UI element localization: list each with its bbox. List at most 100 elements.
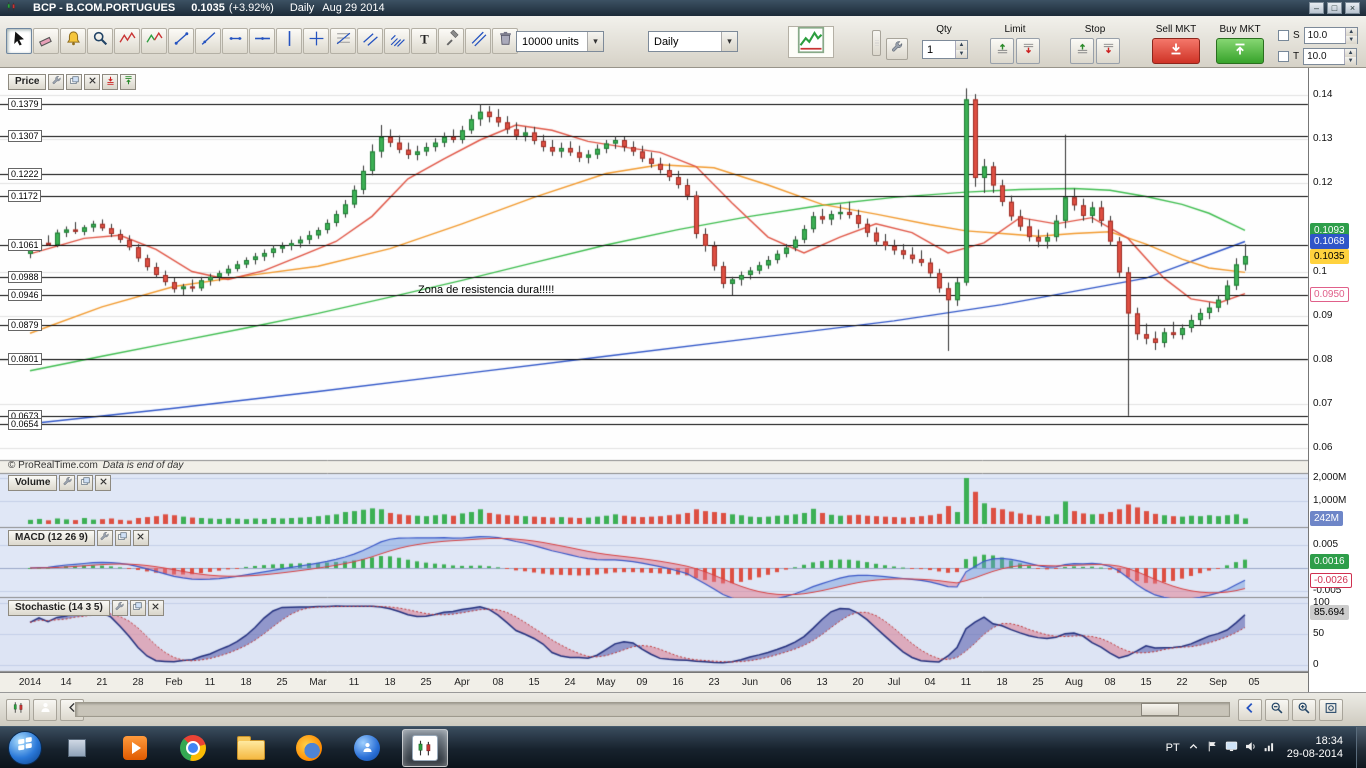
quantity-preset-select[interactable]: 10000 units ▾	[516, 31, 604, 52]
alert-tool-button[interactable]	[60, 28, 86, 54]
t-spinner[interactable]: ▲▼	[1344, 49, 1356, 64]
magnifier-icon	[92, 30, 109, 52]
parallel-lines-tool-button[interactable]	[465, 28, 491, 54]
window-button[interactable]	[66, 74, 82, 90]
pointer-tool-button[interactable]	[6, 28, 32, 54]
order-settings-button[interactable]	[886, 38, 908, 60]
sell-stop-button[interactable]	[1096, 38, 1120, 64]
close-button[interactable]	[133, 530, 149, 546]
zoom-in-button[interactable]	[1292, 699, 1316, 721]
wrench-button[interactable]	[48, 74, 64, 90]
eraser-tool-button[interactable]	[33, 28, 59, 54]
t-checkbox[interactable]	[1278, 51, 1289, 62]
date-label: Aug	[1059, 677, 1089, 688]
hidden-icons-button[interactable]	[1187, 740, 1200, 756]
maximize-button[interactable]: □	[1327, 2, 1342, 14]
chrome-icon	[180, 735, 206, 761]
date-label: Jul	[879, 677, 909, 688]
start-button[interactable]	[8, 731, 42, 765]
close-button[interactable]	[148, 600, 164, 616]
horizontal-segment-tool-button[interactable]	[222, 28, 248, 54]
hline-icon	[254, 30, 271, 52]
s-checkbox[interactable]	[1278, 30, 1289, 41]
channel-tool-button[interactable]	[357, 28, 383, 54]
zigzag-tool-button[interactable]	[114, 28, 140, 54]
clock[interactable]: 18:34 29-08-2014	[1287, 735, 1343, 761]
close-button[interactable]	[84, 74, 100, 90]
taskbar-app-chrome[interactable]	[170, 729, 216, 767]
taskbar-app-generic[interactable]	[54, 729, 100, 767]
taskbar-app-messenger[interactable]	[344, 729, 390, 767]
zoom-out-button[interactable]	[1265, 699, 1289, 721]
arrow-left-blue-icon	[1243, 701, 1257, 720]
sell-market-button[interactable]	[1152, 38, 1200, 64]
vline-icon	[281, 30, 298, 52]
text-tool-button[interactable]: T	[411, 28, 437, 54]
ray-tool-button[interactable]	[195, 28, 221, 54]
date-label: 24	[555, 677, 585, 688]
taskbar-app-firefox[interactable]	[286, 729, 332, 767]
date-label: 25	[267, 677, 297, 688]
input-flag[interactable]	[1206, 740, 1219, 756]
segment-tool-button[interactable]	[168, 28, 194, 54]
price-axis[interactable]: 0.140.130.120.10.090.080.070.060.10930.1…	[1308, 68, 1366, 692]
date-label: Jun	[735, 677, 765, 688]
collapse-handle[interactable]	[872, 30, 881, 56]
horizontal-line-tool-button[interactable]	[249, 28, 275, 54]
jump-to-last-button[interactable]	[1238, 699, 1262, 721]
volume-control[interactable]	[1244, 740, 1257, 756]
chart-canvas[interactable]	[0, 68, 1310, 672]
taskbar-app-explorer[interactable]	[228, 729, 274, 767]
buy-stop-button[interactable]	[1070, 38, 1094, 64]
pattern-recognition-button[interactable]	[788, 26, 834, 58]
wrench-button[interactable]	[112, 600, 128, 616]
date-label: Mar	[303, 677, 333, 688]
taskbar-app-media[interactable]	[112, 729, 158, 767]
taskbar-app-prorealtime[interactable]	[402, 729, 448, 767]
buy-market-button[interactable]	[1216, 38, 1264, 64]
ray-icon	[200, 30, 217, 52]
insert-buy-button[interactable]	[120, 74, 136, 90]
window-button[interactable]	[77, 475, 93, 491]
insert-sell-button[interactable]	[102, 74, 118, 90]
fibonacci-tool-button[interactable]	[330, 28, 356, 54]
media-player-icon	[123, 736, 147, 760]
window-button[interactable]	[115, 530, 131, 546]
scrollbar-thumb[interactable]	[1141, 703, 1179, 716]
minimize-button[interactable]: –	[1309, 2, 1324, 14]
titlebar: BCP - B.COM.PORTUGUES 0.1035 (+3.92%) Da…	[0, 0, 1366, 16]
qty-input[interactable]: 1 ▲▼	[922, 40, 968, 59]
cross-line-tool-button[interactable]	[303, 28, 329, 54]
delete-drawings-tool-button[interactable]	[492, 28, 518, 54]
close-button[interactable]: ×	[1345, 2, 1360, 14]
qty-spinner[interactable]: ▲▼	[955, 41, 967, 58]
window-button[interactable]	[130, 600, 146, 616]
zoom-tool-button[interactable]	[87, 28, 113, 54]
wrench-icon	[51, 73, 62, 91]
timeframe-select[interactable]: Daily ▾	[648, 31, 738, 52]
price-axis-tick: 0.09	[1313, 310, 1332, 322]
pitchfork-tool-button[interactable]	[384, 28, 410, 54]
drawing-tools-button[interactable]	[438, 28, 464, 54]
volume-axis-tick: 2,000M	[1313, 472, 1346, 484]
time-axis[interactable]: 2014142128Feb111825Mar111825Apr081524May…	[0, 672, 1308, 692]
chart-scrollbar[interactable]	[75, 702, 1230, 717]
chart-style-button[interactable]	[6, 699, 30, 721]
s-input[interactable]: 10.0 ▲▼	[1304, 27, 1358, 44]
sell-limit-button[interactable]	[1016, 38, 1040, 64]
buy-limit-button[interactable]	[990, 38, 1014, 64]
show-desktop-button[interactable]	[1356, 727, 1366, 768]
close-button[interactable]	[95, 475, 111, 491]
t-input[interactable]: 10.0 ▲▼	[1303, 48, 1357, 65]
s-spinner[interactable]: ▲▼	[1345, 28, 1357, 43]
vertical-line-tool-button[interactable]	[276, 28, 302, 54]
profiles-button[interactable]	[33, 699, 57, 721]
network-status[interactable]	[1263, 740, 1276, 756]
wrench-button[interactable]	[59, 475, 75, 491]
zigzag-filter-tool-button[interactable]	[141, 28, 167, 54]
pointer-icon	[11, 30, 28, 52]
display-settings[interactable]	[1225, 740, 1238, 756]
language-indicator[interactable]: PT	[1166, 742, 1180, 754]
wrench-button[interactable]	[97, 530, 113, 546]
zoom-all-button[interactable]	[1319, 699, 1343, 721]
